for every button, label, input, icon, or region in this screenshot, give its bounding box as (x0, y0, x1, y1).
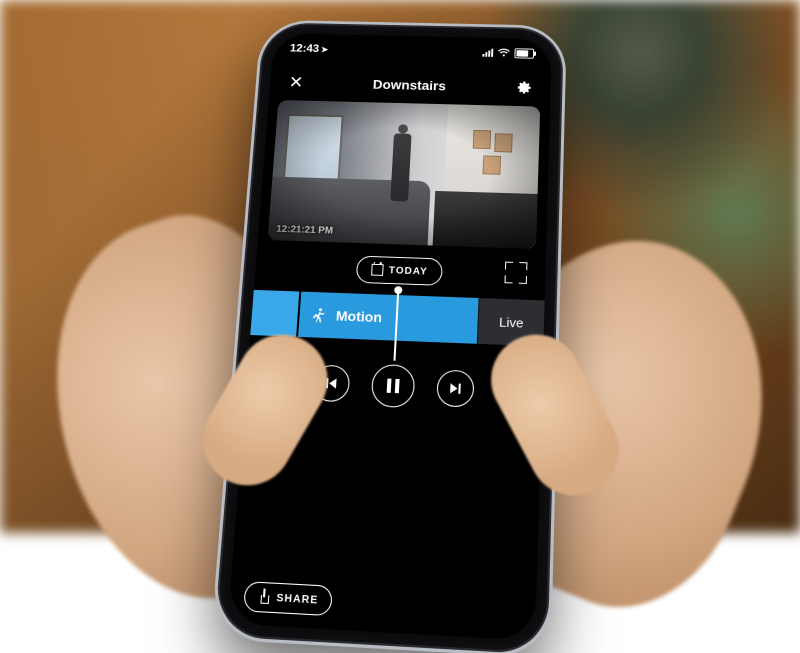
motion-icon (309, 306, 328, 324)
share-label: SHARE (276, 592, 319, 606)
fullscreen-button[interactable] (504, 262, 527, 284)
share-icon (257, 590, 270, 604)
phone-notch (348, 35, 474, 59)
next-clip-button[interactable] (436, 369, 474, 407)
feed-timestamp: 12:21:21 PM (276, 224, 333, 236)
timeline-motion-segment[interactable]: Motion (298, 292, 478, 344)
pause-button[interactable] (371, 364, 416, 408)
gear-icon (515, 79, 533, 96)
skip-next-icon (450, 383, 461, 394)
date-picker-button[interactable]: TODAY (355, 256, 443, 286)
detected-person (390, 133, 412, 201)
close-button[interactable]: ✕ (283, 70, 310, 94)
live-label: Live (499, 314, 524, 330)
close-icon: ✕ (288, 73, 304, 92)
date-label: TODAY (389, 265, 428, 277)
share-button[interactable]: SHARE (243, 581, 333, 616)
status-time: 12:43➤ (290, 42, 329, 55)
timeline-segment-pre[interactable] (250, 290, 299, 337)
location-services-icon: ➤ (321, 45, 329, 54)
pause-icon (387, 379, 400, 394)
fullscreen-icon (505, 262, 513, 270)
cellular-signal-icon (482, 48, 493, 56)
settings-button[interactable] (511, 76, 537, 100)
calendar-icon (371, 264, 384, 276)
camera-title: Downstairs (270, 74, 551, 95)
battery-icon (514, 48, 534, 58)
camera-feed[interactable]: 12:21:21 PM (268, 100, 541, 249)
wifi-icon (497, 48, 511, 57)
app-header: ✕ Downstairs (269, 65, 551, 105)
motion-label: Motion (335, 308, 382, 326)
